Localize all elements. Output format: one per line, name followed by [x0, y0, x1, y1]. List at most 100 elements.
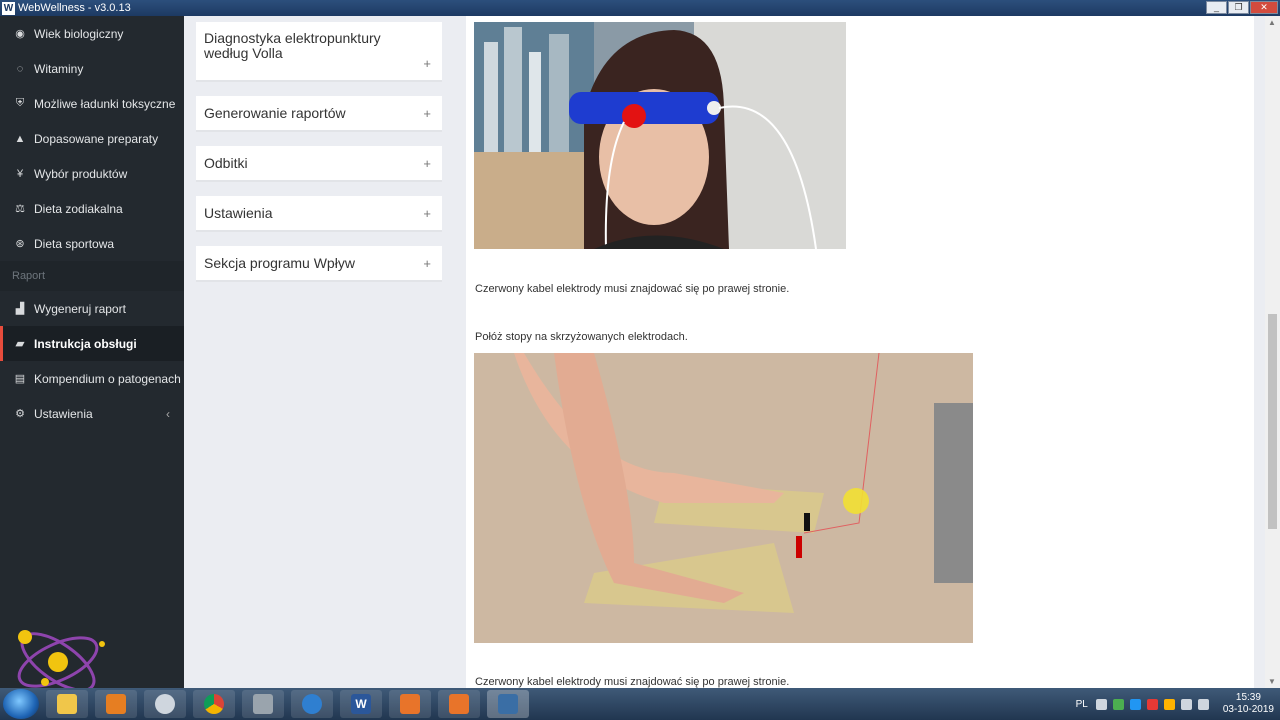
sidebar-item-instrukcja-obslugi[interactable]: ▰ Instrukcja obsługi: [0, 326, 184, 361]
system-tray: PL 15:39 03-10-2019: [1076, 688, 1274, 720]
tray-icon[interactable]: [1112, 698, 1124, 710]
sidebar-item-kompendium[interactable]: ▤ Kompendium o patogenach: [0, 361, 184, 396]
manual-content: Czerwony kabel elektrody musi znajdować …: [466, 16, 1254, 688]
plus-icon: +: [423, 256, 431, 271]
step-caption: Czerwony kabel elektrody musi znajdować …: [475, 283, 790, 295]
scrollbar-thumb[interactable]: [1268, 314, 1277, 529]
sidebar-item-label: Dopasowane preparaty: [34, 131, 159, 146]
folder-icon: [57, 694, 77, 714]
taskbar-database[interactable]: [242, 690, 284, 718]
cutlery-icon: ¥: [16, 167, 24, 180]
shield-icon: ⛨: [15, 97, 25, 109]
plus-icon: +: [423, 206, 431, 221]
webwellness-icon: [498, 694, 518, 714]
ball-icon: ⊛: [15, 238, 25, 250]
app-icon: W: [2, 1, 15, 15]
language-indicator[interactable]: PL: [1076, 699, 1088, 710]
accordion-item-odbitki[interactable]: Odbitki +: [196, 146, 442, 182]
flask-icon: ▲: [14, 132, 26, 145]
sidebar-item-dopasowane-preparaty[interactable]: ▲ Dopasowane preparaty: [0, 121, 184, 156]
balance-icon: ⚖: [15, 203, 25, 215]
taskbar-thunderbird[interactable]: [291, 690, 333, 718]
play-icon: [106, 694, 126, 714]
app-orange-icon: [400, 694, 420, 714]
sidebar-item-ladunki-toksyczne[interactable]: ⛨ Możliwe ładunki toksyczne: [0, 86, 184, 121]
accordion-item-label: Sekcja programu Wpływ: [204, 255, 355, 271]
scroll-down-icon[interactable]: ▼: [1268, 677, 1276, 686]
tray-icon[interactable]: [1095, 698, 1107, 710]
windows-taskbar: W PL 15:39 03-10-2019: [0, 688, 1280, 720]
manual-accordion: Diagnostyka elektropunktury według Volla…: [196, 22, 442, 296]
accordion-item-ustawienia[interactable]: Ustawienia +: [196, 196, 442, 232]
sidebar-item-label: Instrukcja obsługi: [34, 336, 137, 351]
start-button[interactable]: [3, 689, 39, 719]
accordion-item-label: Diagnostyka elektropunktury według Volla: [204, 30, 381, 61]
mail-icon: [302, 694, 322, 714]
accordion-item-sekcja-wplyw[interactable]: Sekcja programu Wpływ +: [196, 246, 442, 282]
sidebar-item-witaminy[interactable]: ◌ Witaminy: [0, 51, 184, 86]
sidebar-item-label: Kompendium o patogenach: [34, 371, 181, 386]
plus-icon: +: [423, 156, 431, 171]
taskbar-media-player[interactable]: [95, 690, 137, 718]
clock[interactable]: 15:39 03-10-2019: [1223, 692, 1274, 716]
dashboard-icon: ◉: [15, 28, 25, 40]
sidebar-item-label: Dieta zodiakalna: [34, 201, 123, 216]
sidebar-item-dieta-zodiakalna[interactable]: ⚖ Dieta zodiakalna: [0, 191, 184, 226]
sidebar-section-raport: Raport: [0, 261, 184, 291]
window-title: WebWellness - v3.0.13: [18, 2, 131, 14]
taskbar-tool[interactable]: [144, 690, 186, 718]
tray-icon[interactable]: [1129, 698, 1141, 710]
tray-icon[interactable]: [1146, 698, 1158, 710]
taskbar-webwellness[interactable]: [487, 690, 529, 718]
gear-icon: ⚙: [15, 408, 25, 420]
step-instruction: Połóż stopy na skrzyżowanych elektrodach…: [475, 331, 688, 343]
accordion-item-generowanie-raportow[interactable]: Generowanie raportów +: [196, 96, 442, 132]
database-icon: [253, 694, 273, 714]
book-icon: ▤: [14, 373, 26, 385]
accordion-item-label: Ustawienia: [204, 205, 273, 221]
taskbar-chrome[interactable]: [193, 690, 235, 718]
chrome-icon: [204, 694, 224, 714]
feet-electrodes-illustration: [474, 353, 973, 643]
tool-icon: [155, 694, 175, 714]
sidebar-item-label: Witaminy: [34, 61, 84, 76]
step-caption-2: Czerwony kabel elektrody musi znajdować …: [475, 676, 790, 688]
sidebar-item-dieta-sportowa[interactable]: ⊛ Dieta sportowa: [0, 226, 184, 261]
sidebar-item-label: Możliwe ładunki toksyczne: [34, 96, 176, 111]
sidebar-item-ustawienia[interactable]: ⚙ Ustawienia ‹: [0, 396, 184, 431]
content-scrollbar[interactable]: ▲ ▼: [1265, 16, 1280, 688]
maximize-button[interactable]: ❐: [1228, 1, 1249, 14]
sidebar-item-wybor-produktow[interactable]: ¥ Wybór produktów: [0, 156, 184, 191]
close-button[interactable]: ✕: [1250, 1, 1278, 14]
chevron-left-icon: ‹: [166, 406, 170, 421]
clock-time: 15:39: [1235, 692, 1261, 703]
accordion-item-label: Odbitki: [204, 155, 248, 171]
window-titlebar: W WebWellness - v3.0.13 _ ❐ ✕: [0, 0, 1280, 16]
leaf-icon: ◌: [16, 62, 24, 75]
network-icon[interactable]: [1180, 698, 1192, 710]
sidebar-item-wiek-biologiczny[interactable]: ◉ Wiek biologiczny: [0, 16, 184, 51]
sidebar-item-label: Wybór produktów: [34, 166, 128, 181]
sidebar-item-wygeneruj-raport[interactable]: ▟ Wygeneruj raport: [0, 291, 184, 326]
accordion-item-diagnostyka[interactable]: Diagnostyka elektropunktury według Volla…: [196, 22, 442, 82]
chart-icon: ▟: [15, 303, 25, 315]
clock-date: 03-10-2019: [1222, 704, 1274, 715]
taskbar-app-orange-2[interactable]: [438, 690, 480, 718]
tray-icon[interactable]: [1163, 698, 1175, 710]
taskbar-word[interactable]: W: [340, 690, 382, 718]
sidebar-item-label: Dieta sportowa: [34, 236, 115, 251]
window-controls: _ ❐ ✕: [1206, 1, 1278, 14]
sidebar-item-label: Wygeneruj raport: [34, 301, 126, 316]
sidebar-item-label: Wiek biologiczny: [34, 26, 124, 41]
app-orange-icon: [449, 694, 469, 714]
volume-icon[interactable]: [1197, 698, 1209, 710]
taskbar-app-orange[interactable]: [389, 690, 431, 718]
accordion-item-label: Generowanie raportów: [204, 105, 346, 121]
scroll-up-icon[interactable]: ▲: [1268, 18, 1276, 27]
taskbar-explorer[interactable]: [46, 690, 88, 718]
minimize-button[interactable]: _: [1206, 1, 1227, 14]
plus-icon: +: [423, 56, 431, 71]
plus-icon: +: [423, 106, 431, 121]
graduation-icon: ▰: [15, 338, 25, 350]
headband-illustration: [474, 22, 846, 249]
